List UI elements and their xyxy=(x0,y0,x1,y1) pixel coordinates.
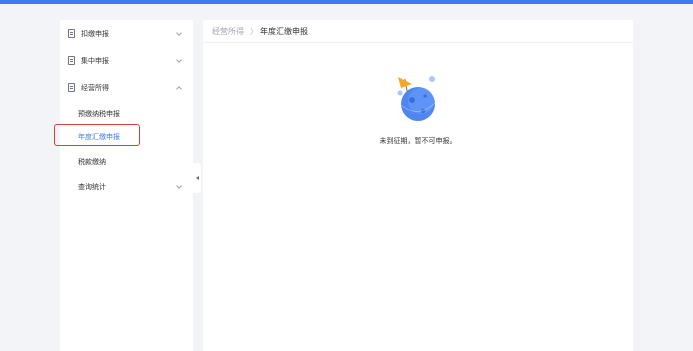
chevron-down-icon xyxy=(176,86,182,92)
breadcrumb-separator: 〉 xyxy=(250,27,258,36)
menu-item-withholding[interactable]: 扣缴申报 xyxy=(60,23,193,45)
menu-item-business-income[interactable]: 经营所得 xyxy=(60,77,193,99)
submenu-prepay-declaration[interactable]: 预缴纳税申报 xyxy=(78,109,120,119)
breadcrumb-current: 年度汇缴申报 xyxy=(260,27,308,36)
chevron-down-icon xyxy=(176,57,182,63)
breadcrumb-parent-link[interactable]: 经营所得 xyxy=(212,26,244,37)
top-accent-bar xyxy=(0,0,693,4)
menu-item-centralized[interactable]: 集中申报 xyxy=(60,50,193,72)
sidebar-collapse-button[interactable] xyxy=(193,163,201,193)
planet-flag-illustration xyxy=(397,76,436,121)
menu-item-label: 查询统计 xyxy=(78,183,106,191)
chevron-down-icon xyxy=(176,183,182,189)
document-icon xyxy=(68,83,75,92)
collapse-arrow-icon xyxy=(195,176,199,180)
menu-item-label: 集中申报 xyxy=(81,57,109,65)
menu-item-label: 扣缴申报 xyxy=(81,30,109,38)
menu-item-query-stats[interactable]: 查询统计 xyxy=(60,176,193,198)
main-panel: 经营所得 〉 年度汇缴申报 xyxy=(203,20,633,351)
document-icon xyxy=(68,56,75,65)
sidebar: 扣缴申报 集中申报 经营所得 预缴纳税申报 年度汇缴申报 税款缴纳 查询统计 xyxy=(60,20,193,351)
breadcrumb: 经营所得 〉 年度汇缴申报 xyxy=(203,20,633,43)
submenu-tax-payment[interactable]: 税款缴纳 xyxy=(78,157,106,167)
chevron-down-icon xyxy=(176,30,182,36)
document-icon xyxy=(68,29,75,38)
annotation-highlight-box xyxy=(54,124,140,146)
empty-state-message: 未到征期，暂不可申报。 xyxy=(379,137,457,145)
menu-item-label: 经营所得 xyxy=(81,84,109,92)
